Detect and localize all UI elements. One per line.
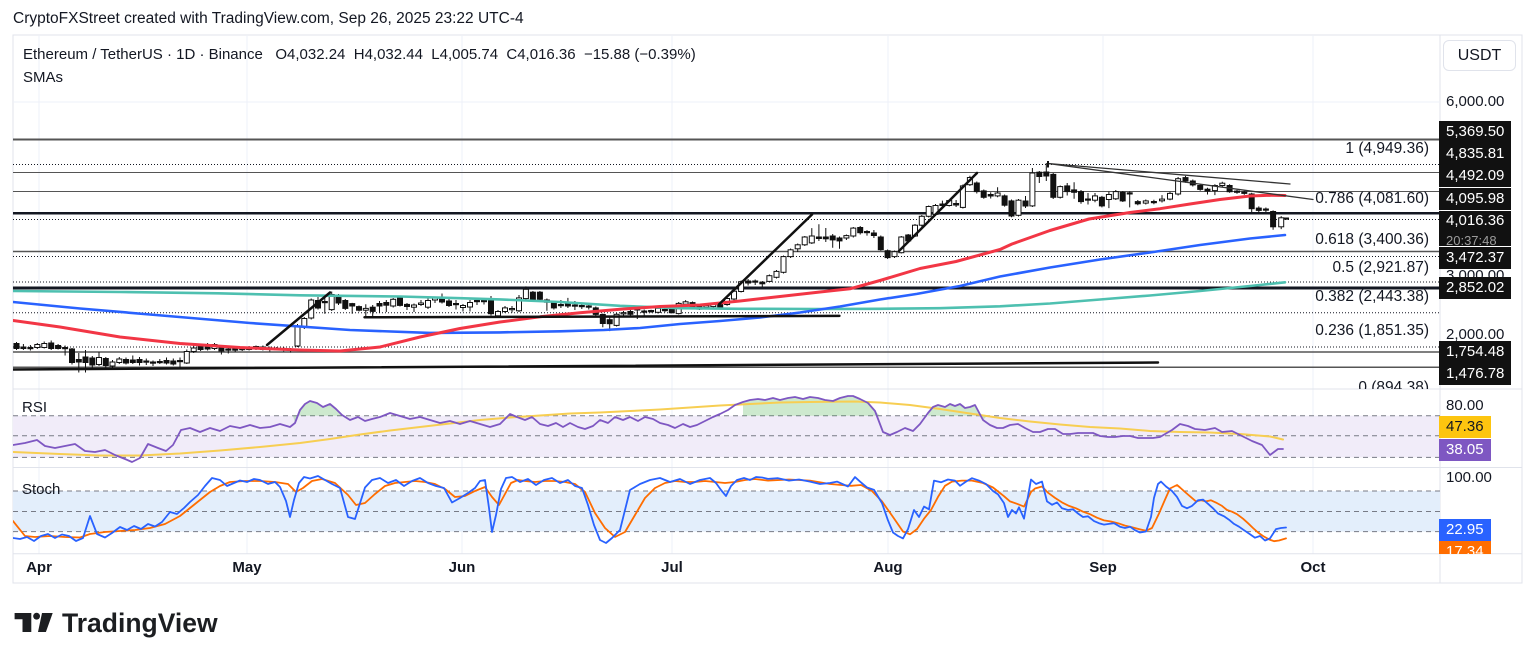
- svg-text:TradingView: TradingView: [62, 608, 218, 638]
